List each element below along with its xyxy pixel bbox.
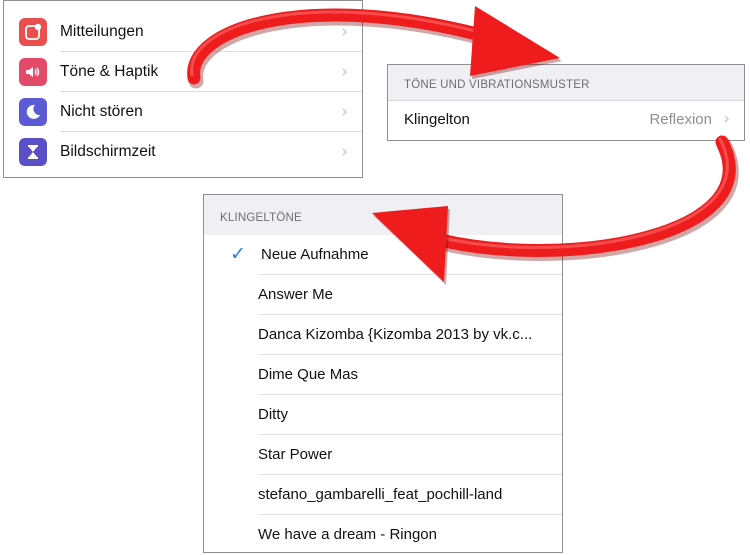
chevron-right-icon: › — [341, 102, 348, 122]
ringtone-item[interactable]: Star Power — [204, 435, 562, 475]
settings-panel: Mitteilungen › Töne & Haptik › Nicht stö… — [3, 0, 363, 178]
ringtone-label: Ditty — [258, 406, 288, 423]
settings-item-sounds[interactable]: Töne & Haptik › — [4, 52, 362, 92]
ringtone-label: stefano_gambarelli_feat_pochill-land — [258, 486, 503, 503]
notifications-icon — [19, 18, 47, 46]
section-header: TÖNE UND VIBRATIONSMUSTER — [404, 79, 590, 91]
settings-item-label: Bildschirmzeit — [60, 143, 156, 160]
moon-icon — [19, 98, 47, 126]
settings-item-label: Nicht stören — [60, 103, 143, 120]
ringtone-item[interactable]: Ditty — [204, 395, 562, 435]
ringtone-value: Reflexion — [649, 111, 712, 128]
settings-item-notifications[interactable]: Mitteilungen › — [4, 12, 362, 52]
section-header-bar: KLINGELTÖNE — [204, 195, 562, 235]
ringtones-panel: KLINGELTÖNE ✓ Neue Aufnahme Answer Me Danca… — [203, 194, 563, 553]
ringtone-item[interactable]: Danca Kizomba {Kizomba 2013 by vk.c... — [204, 315, 562, 355]
ringtone-label: Neue Aufnahme — [261, 246, 369, 263]
ringtone-item[interactable]: stefano_gambarelli_feat_pochill-land — [204, 475, 562, 515]
section-header: KLINGELTÖNE — [220, 212, 302, 224]
chevron-right-icon: › — [341, 62, 348, 82]
ringtone-item[interactable]: Answer Me — [204, 275, 562, 315]
settings-item-do-not-disturb[interactable]: Nicht stören › — [4, 92, 362, 132]
chevron-right-icon: › — [723, 109, 730, 129]
ringtone-label: Klingelton — [404, 111, 470, 128]
ringtone-item[interactable]: ✓ Neue Aufnahme — [204, 235, 562, 275]
ringtone-label: Answer Me — [258, 286, 334, 303]
chevron-right-icon: › — [341, 142, 348, 162]
speaker-icon — [19, 58, 47, 86]
ringtone-item[interactable]: We have a dream - Ringon — [204, 515, 562, 552]
settings-item-screen-time[interactable]: Bildschirmzeit › — [4, 132, 362, 172]
tones-panel: TÖNE UND VIBRATIONSMUSTER Klingelton Ref… — [387, 64, 745, 141]
hourglass-icon — [19, 138, 47, 166]
settings-item-label: Töne & Haptik — [60, 63, 159, 80]
ringtone-item[interactable]: Dime Que Mas — [204, 355, 562, 395]
ringtone-label: Star Power — [258, 446, 333, 463]
checkmark-icon: ✓ — [230, 243, 246, 265]
chevron-right-icon: › — [341, 22, 348, 42]
ringtone-row[interactable]: Klingelton Reflexion › — [388, 100, 744, 140]
ringtone-label: Danca Kizomba {Kizomba 2013 by vk.c... — [258, 326, 533, 343]
ringtone-label: Dime Que Mas — [258, 366, 359, 383]
ringtone-label: We have a dream - Ringon — [258, 526, 437, 543]
settings-item-label: Mitteilungen — [60, 23, 144, 40]
